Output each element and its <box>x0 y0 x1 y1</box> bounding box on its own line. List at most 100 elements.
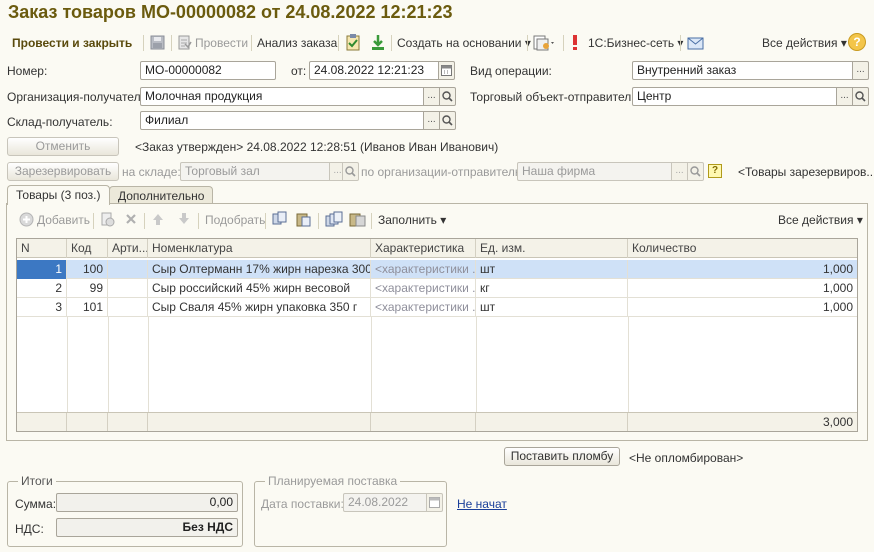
help-question-icon[interactable]: ? <box>708 164 722 178</box>
post-and-close-button[interactable]: Провести и закрыть <box>12 34 132 52</box>
cell-quantity: 1,000 <box>822 262 853 276</box>
set-seal-button[interactable]: Поставить пломбу <box>504 447 620 466</box>
delete-icon[interactable] <box>124 212 138 229</box>
at-warehouse-label: на складе: <box>122 165 181 179</box>
create-based-on-button[interactable]: Создать на основании ▾ <box>397 34 531 52</box>
paste-multiple-icon[interactable] <box>349 211 367 230</box>
move-up-icon[interactable] <box>151 212 165 229</box>
cancel-approval-button[interactable]: Отменить <box>7 137 119 156</box>
all-actions-label: Все действия <box>762 36 838 50</box>
ellipsis-icon[interactable]: ... <box>423 87 440 106</box>
tab-goods[interactable]: Товары (3 поз.) <box>7 185 110 205</box>
by-org-label: по организации-отправителю: <box>361 165 528 179</box>
org-receiver-field[interactable]: Молочная продукция <box>140 87 424 106</box>
column-header-n[interactable]: N <box>17 239 67 258</box>
mail-icon[interactable] <box>687 34 705 54</box>
column-divider <box>108 317 109 412</box>
copy-multiple-icon[interactable] <box>325 211 343 230</box>
move-down-icon[interactable] <box>177 212 191 229</box>
cell-n: 3 <box>17 298 67 317</box>
save-icon[interactable] <box>150 35 165 53</box>
toolbar-separator <box>93 213 94 229</box>
planned-delivery-title: Планируемая поставка <box>265 474 401 488</box>
date-label: от: <box>291 64 307 78</box>
post-button[interactable]: Провести <box>195 34 248 52</box>
window-title: Заказ товаров МО-00000082 от 24.08.2022 … <box>8 2 453 22</box>
at-warehouse-field[interactable]: Торговый зал <box>180 162 330 181</box>
sender-object-field[interactable]: Центр <box>632 87 837 106</box>
warehouse-receiver-field[interactable]: Филиал <box>140 111 424 130</box>
toolbar-separator <box>563 35 564 51</box>
toolbar-separator <box>198 213 199 229</box>
column-header-characteristic[interactable]: Характеристика <box>371 239 476 258</box>
chevron-down-icon: ▾ <box>840 36 847 50</box>
vat-field: Без НДС <box>56 518 238 537</box>
warehouse-receiver-label: Склад-получатель: <box>7 115 113 129</box>
planned-delivery-group <box>254 481 447 547</box>
cell-unit: шт <box>476 298 628 317</box>
ellipsis-icon[interactable]: ... <box>836 87 853 106</box>
toolbar-separator <box>680 35 681 51</box>
cell-unit: кг <box>476 279 628 298</box>
vat-label: НДС: <box>15 522 44 536</box>
post-icon[interactable] <box>177 35 192 53</box>
ellipsis-icon[interactable]: ... <box>423 111 440 130</box>
column-header-article[interactable]: Арти... <box>108 239 148 258</box>
cell-quantity: 1,000 <box>822 300 853 314</box>
ellipsis-icon[interactable]: ... <box>852 61 869 80</box>
column-header-nomenclature[interactable]: Номенклатура <box>148 239 371 258</box>
toolbar-separator <box>338 35 339 51</box>
copy-icon[interactable] <box>272 211 288 230</box>
column-header-code[interactable]: Код <box>67 239 108 258</box>
clipboard-check-icon[interactable] <box>345 34 361 54</box>
calendar-icon[interactable] <box>438 61 455 80</box>
pick-button[interactable]: Подобрать <box>205 213 265 227</box>
help-icon[interactable]: ? <box>848 33 866 51</box>
documents-dropdown-icon[interactable] <box>533 34 557 54</box>
chevron-down-icon: ▾ <box>856 213 863 227</box>
sum-label: Сумма: <box>15 497 57 511</box>
table-all-actions-button[interactable]: Все действия ▾ <box>778 213 863 227</box>
calendar-icon[interactable] <box>426 493 443 512</box>
business-network-label: 1С:Бизнес-сеть <box>588 36 675 50</box>
reserve-button[interactable]: Зарезервировать <box>7 162 119 181</box>
cell-unit: шт <box>476 260 628 279</box>
footer-cell <box>17 413 67 431</box>
footer-cell <box>476 413 628 431</box>
search-icon[interactable] <box>687 162 704 181</box>
search-icon[interactable] <box>439 111 456 130</box>
copy-row-icon[interactable] <box>100 212 115 230</box>
number-field[interactable]: МО-00000082 <box>140 61 276 80</box>
delivery-status-link[interactable]: Не начат <box>457 497 507 511</box>
cell-nomenclature: Сыр Олтерманн 17% жирн нарезка 300 г <box>148 260 371 279</box>
table-row[interactable]: 2 99 Сыр российский 45% жирн весовой <ха… <box>17 279 857 298</box>
cell-n: 1 <box>17 260 67 279</box>
search-icon[interactable] <box>342 162 359 181</box>
all-actions-button[interactable]: Все действия ▾ <box>762 34 847 52</box>
table-row[interactable]: 1 100 Сыр Олтерманн 17% жирн нарезка 300… <box>17 260 857 279</box>
add-button[interactable]: Добавить <box>37 213 90 227</box>
paste-icon[interactable] <box>296 211 312 230</box>
search-icon[interactable] <box>852 87 869 106</box>
operation-type-label: Вид операции: <box>470 64 552 78</box>
date-field[interactable]: 24.08.2022 12:21:23 <box>309 61 439 80</box>
column-divider <box>628 317 629 412</box>
approval-status-text: <Заказ утвержден> 24.08.2022 12:28:51 (И… <box>135 140 499 154</box>
add-icon[interactable] <box>19 212 34 230</box>
by-org-field[interactable]: Наша фирма <box>517 162 672 181</box>
search-icon[interactable] <box>439 87 456 106</box>
order-analysis-button[interactable]: Анализ заказа <box>257 34 337 52</box>
delivery-date-field[interactable]: 24.08.2022 <box>343 493 427 512</box>
sum-field: 0,00 <box>56 493 238 512</box>
toolbar-separator <box>527 35 528 51</box>
goods-table[interactable]: N Код Арти... Номенклатура Характеристик… <box>16 238 858 432</box>
business-network-button[interactable]: 1С:Бизнес-сеть ▾ <box>588 34 683 52</box>
column-header-quantity[interactable]: Количество <box>628 239 857 258</box>
ellipsis-icon[interactable]: ... <box>671 162 688 181</box>
download-icon[interactable] <box>370 34 386 54</box>
fill-button[interactable]: Заполнить ▾ <box>378 213 446 227</box>
column-header-unit[interactable]: Ед. изм. <box>476 239 628 258</box>
table-row[interactable]: 3 101 Сыр Сваля 45% жирн упаковка 350 г … <box>17 298 857 317</box>
operation-type-field[interactable]: Внутренний заказ <box>632 61 853 80</box>
cell-article <box>108 279 148 298</box>
